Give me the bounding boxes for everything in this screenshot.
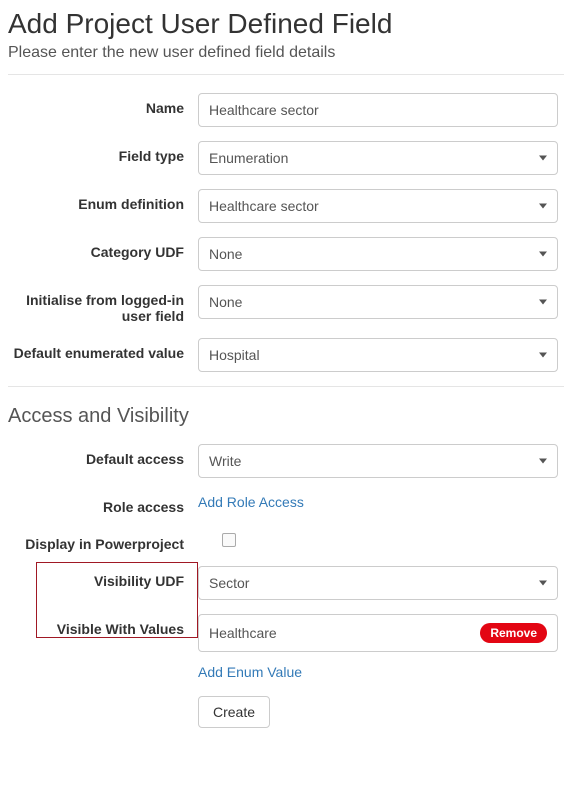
init-from-select[interactable]: None <box>198 285 558 319</box>
default-access-label: Default access <box>8 444 198 467</box>
visibility-udf-value: Sector <box>209 575 249 591</box>
add-enum-value-link[interactable]: Add Enum Value <box>198 662 302 680</box>
category-udf-label: Category UDF <box>8 237 198 260</box>
init-from-label: Initialise from logged-in user field <box>8 285 198 324</box>
enum-definition-value: Healthcare sector <box>209 198 319 214</box>
default-enum-label: Default enumerated value <box>8 338 198 361</box>
display-pp-checkbox[interactable] <box>222 533 236 547</box>
divider <box>8 386 564 387</box>
visible-values-box: Healthcare Remove <box>198 614 558 652</box>
field-type-select[interactable]: Enumeration <box>198 141 558 175</box>
init-from-value: None <box>209 294 242 310</box>
default-access-select[interactable]: Write <box>198 444 558 478</box>
default-enum-value: Hospital <box>209 347 260 363</box>
field-type-label: Field type <box>8 141 198 164</box>
remove-button[interactable]: Remove <box>480 623 547 643</box>
page-subtitle: Please enter the new user defined field … <box>8 44 564 62</box>
divider <box>8 74 564 75</box>
category-udf-select[interactable]: None <box>198 237 558 271</box>
create-button[interactable]: Create <box>198 696 270 728</box>
role-access-label: Role access <box>8 492 198 515</box>
default-enum-select[interactable]: Hospital <box>198 338 558 372</box>
default-access-value: Write <box>209 453 241 469</box>
visible-value-text: Healthcare <box>209 625 277 641</box>
access-section-title: Access and Visibility <box>8 405 564 428</box>
name-input[interactable] <box>198 93 558 127</box>
category-udf-value: None <box>209 246 242 262</box>
add-role-access-link[interactable]: Add Role Access <box>198 492 304 510</box>
enum-definition-label: Enum definition <box>8 189 198 212</box>
field-type-value: Enumeration <box>209 150 288 166</box>
page-title: Add Project User Defined Field <box>8 8 564 40</box>
display-pp-label: Display in Powerproject <box>8 529 198 552</box>
visibility-udf-label: Visibility UDF <box>8 566 198 589</box>
enum-definition-select[interactable]: Healthcare sector <box>198 189 558 223</box>
visible-with-label: Visible With Values <box>8 614 198 637</box>
name-label: Name <box>8 93 198 116</box>
visibility-udf-select[interactable]: Sector <box>198 566 558 600</box>
